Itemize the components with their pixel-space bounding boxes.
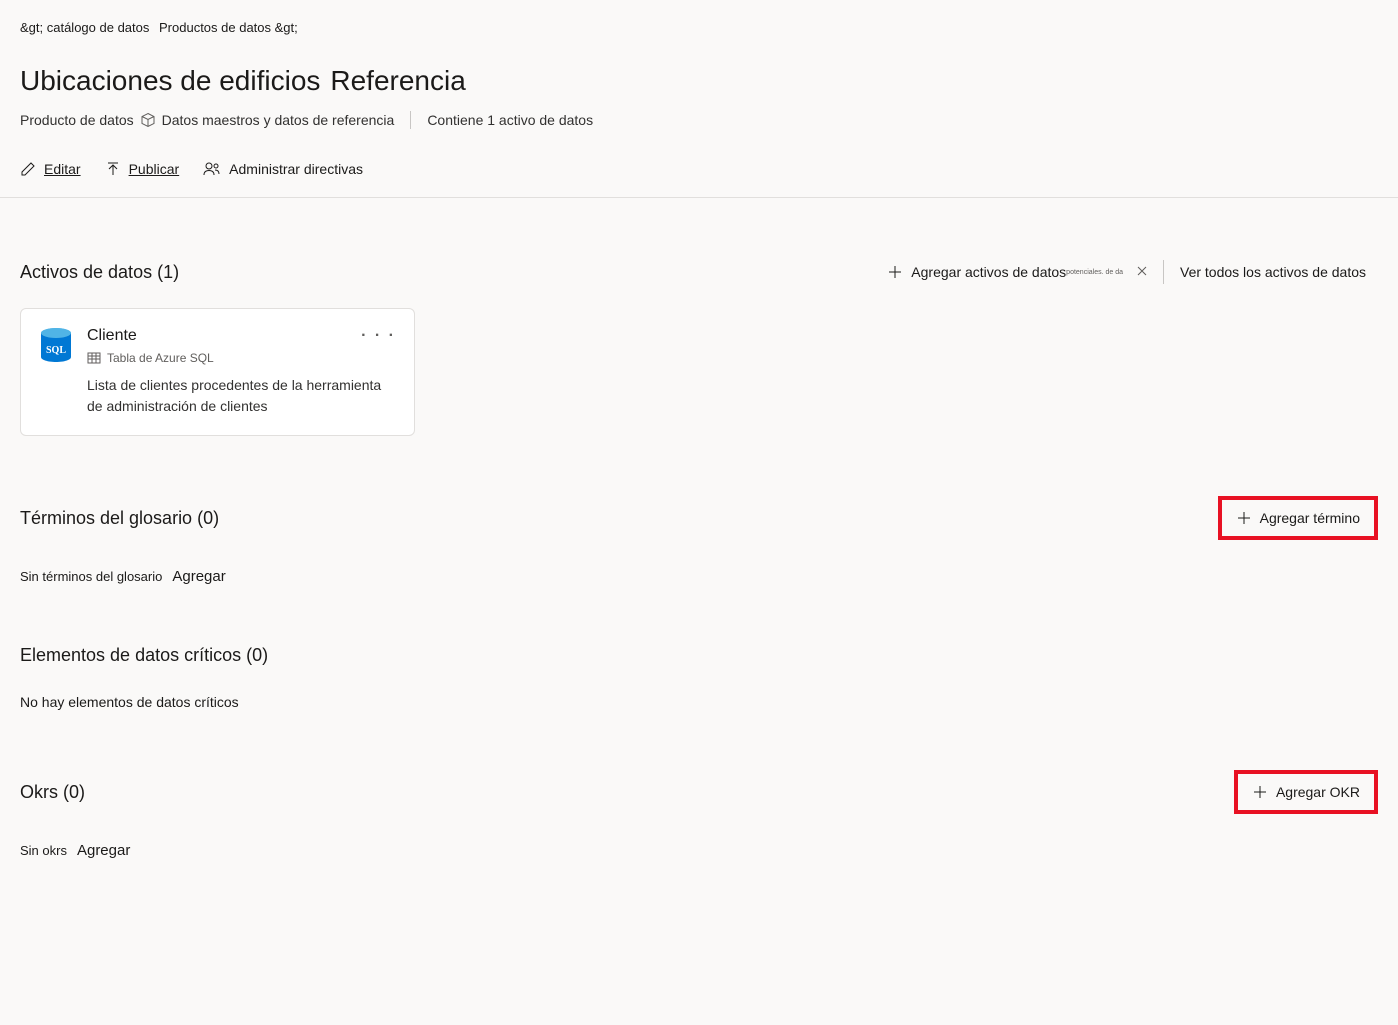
section-glossary: Términos del glosario (0) Agregar términ… bbox=[20, 496, 1378, 585]
add-glossary-term-button[interactable]: Agregar término bbox=[1224, 504, 1372, 532]
breadcrumb: &gt; catálogo de datos Productos de dato… bbox=[0, 20, 1398, 35]
view-all-assets-button[interactable]: Ver todos los activos de datos bbox=[1168, 258, 1378, 286]
meta-divider bbox=[410, 111, 411, 129]
section-title-critical: Elementos de datos críticos (0) bbox=[20, 645, 268, 666]
asset-card-title: Cliente bbox=[87, 327, 396, 345]
meta-row: Producto de datos Datos maestros y datos… bbox=[0, 111, 1398, 129]
glossary-add-link[interactable]: Agregar bbox=[172, 568, 225, 585]
page-title: Ubicaciones de edificios bbox=[20, 65, 320, 97]
add-okr-button[interactable]: Agregar OKR bbox=[1240, 778, 1372, 806]
section-critical-data: Elementos de datos críticos (0) No hay e… bbox=[20, 645, 1378, 710]
glossary-empty-text: Sin términos del glosario bbox=[20, 569, 162, 584]
asset-card-more-button[interactable]: · · · bbox=[361, 327, 396, 345]
table-icon bbox=[87, 352, 101, 364]
section-title-assets: Activos de datos (1) bbox=[20, 262, 179, 283]
add-data-assets-button[interactable]: Agregar activos de datos potenciales. de… bbox=[875, 258, 1159, 286]
asset-card-subtype: Tabla de Azure SQL bbox=[107, 351, 214, 365]
section-title-okrs: Okrs (0) bbox=[20, 782, 85, 803]
svg-text:SQL: SQL bbox=[46, 345, 66, 356]
manage-policies-button[interactable]: Administrar directivas bbox=[203, 157, 363, 181]
meta-asset-count: Contiene 1 activo de datos bbox=[427, 112, 593, 128]
meta-product-type: Producto de datos Datos maestros y datos… bbox=[20, 112, 394, 128]
asset-card-cliente[interactable]: · · · SQL Cliente bbox=[20, 308, 415, 436]
publish-button[interactable]: Publicar bbox=[105, 157, 180, 181]
upload-arrow-icon bbox=[105, 161, 121, 177]
section-data-assets: Activos de datos (1) Agregar activos de … bbox=[20, 258, 1378, 436]
edit-button[interactable]: Editar bbox=[20, 157, 81, 181]
highlight-add-okr: Agregar OKR bbox=[1234, 770, 1378, 814]
azure-sql-icon: SQL bbox=[39, 327, 73, 365]
plus-icon bbox=[1252, 784, 1268, 800]
plus-icon bbox=[1236, 510, 1252, 526]
close-icon bbox=[1137, 265, 1147, 279]
people-icon bbox=[203, 161, 221, 177]
breadcrumb-products[interactable]: Productos de datos &gt; bbox=[159, 20, 298, 35]
critical-empty-text: No hay elementos de datos críticos bbox=[20, 694, 239, 710]
cube-icon bbox=[140, 112, 156, 128]
okrs-empty-text: Sin okrs bbox=[20, 843, 67, 858]
section-title-glossary: Términos del glosario (0) bbox=[20, 508, 219, 529]
pencil-icon bbox=[20, 161, 36, 177]
page-title-row: Ubicaciones de edificios Referencia bbox=[0, 65, 1398, 97]
toolbar: Editar Publicar Administrar bbox=[0, 157, 1398, 198]
highlight-add-term: Agregar término bbox=[1218, 496, 1378, 540]
plus-icon bbox=[887, 264, 903, 280]
asset-card-description: Lista de clientes procedentes de la herr… bbox=[87, 375, 396, 417]
breadcrumb-catalog[interactable]: &gt; catálogo de datos bbox=[20, 20, 149, 35]
page-title-tag: Referencia bbox=[330, 65, 465, 97]
okrs-add-link[interactable]: Agregar bbox=[77, 842, 130, 859]
section-okrs: Okrs (0) Agregar OKR Sin okrs Agregar bbox=[20, 770, 1378, 859]
